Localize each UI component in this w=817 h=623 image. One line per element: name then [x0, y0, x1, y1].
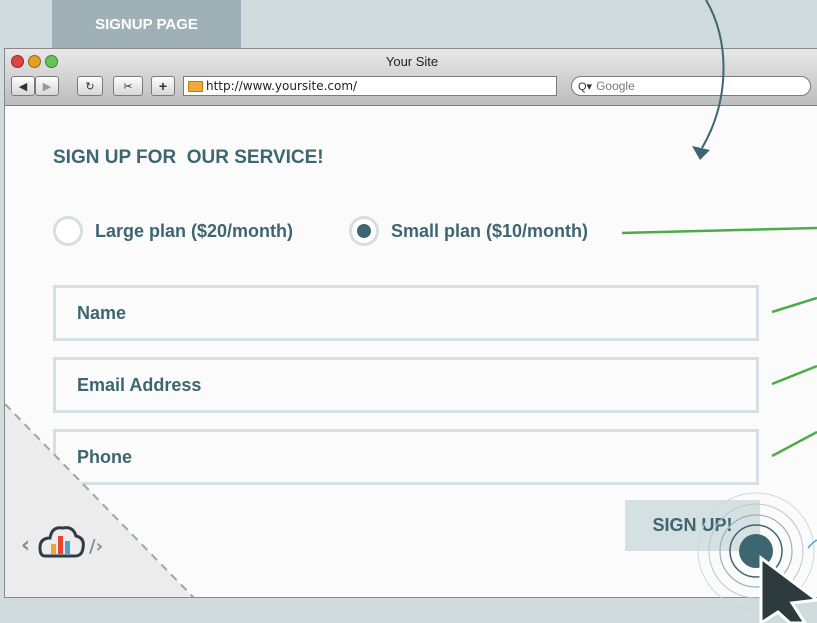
radio-large-plan[interactable]: Large plan ($20/month)	[53, 216, 293, 246]
corner-badge: ‹ /›	[5, 404, 195, 597]
screenshot-button[interactable]: ✂	[113, 76, 143, 96]
forward-arrow-icon: ▶	[42, 80, 52, 93]
browser-chrome: Your Site ◀ ▶ ↻ ✂ + http://www.yoursite.…	[5, 49, 817, 106]
search-placeholder: Google	[596, 79, 635, 93]
name-field-placeholder: Name	[77, 302, 127, 323]
plan-label: Large plan ($20/month)	[95, 220, 294, 241]
svg-text:/›: /›	[89, 536, 103, 557]
svg-text:‹: ‹	[21, 533, 30, 558]
page-tab-label: SIGNUP PAGE	[52, 0, 241, 48]
address-url: http://www.yoursite.com/	[206, 79, 358, 93]
email-field-placeholder: Email Address	[77, 374, 202, 395]
radio-circle[interactable]	[53, 216, 83, 246]
back-arrow-icon: ◀	[18, 80, 28, 93]
name-field[interactable]: Name	[53, 285, 759, 341]
browser-window: Your Site ◀ ▶ ↻ ✂ + http://www.yoursite.…	[4, 48, 817, 598]
scissors-icon: ✂	[123, 80, 133, 93]
window-title: Your Site	[385, 54, 439, 69]
radio-circle-selected[interactable]	[349, 216, 379, 246]
plan-label: Small plan ($10/month)	[391, 220, 589, 241]
site-folder-icon	[188, 80, 203, 92]
search-icon: Q▾	[578, 80, 593, 93]
reload-button[interactable]: ↻	[77, 76, 103, 96]
forward-button[interactable]: ▶	[35, 76, 59, 96]
browser-toolbar: ◀ ▶ ↻ ✂ + http://www.yoursite.com/ Q▾ Go…	[5, 76, 817, 100]
search-input[interactable]: Q▾ Google	[571, 76, 811, 96]
add-bookmark-button[interactable]: +	[151, 76, 175, 96]
reload-icon: ↻	[85, 80, 95, 93]
plus-icon: +	[158, 78, 168, 94]
signup-button[interactable]: SIGN UP!	[625, 500, 760, 551]
address-bar[interactable]: http://www.yoursite.com/	[183, 76, 557, 96]
page-title: SIGN UP FOR OUR SERVICE!	[53, 147, 324, 168]
back-button[interactable]: ◀	[11, 76, 35, 96]
radio-selected-dot	[357, 224, 371, 238]
radio-small-plan[interactable]: Small plan ($10/month)	[349, 216, 588, 246]
